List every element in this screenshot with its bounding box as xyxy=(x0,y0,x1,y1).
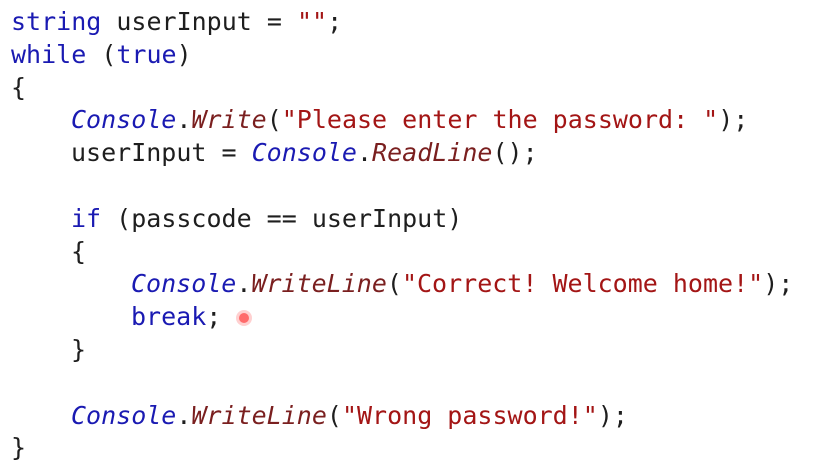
brace-open: { xyxy=(71,236,87,266)
code-line-4: Console.Write("Please enter the password… xyxy=(11,104,813,137)
string-literal: "" xyxy=(296,7,328,36)
if-condition: (passcode == userInput) xyxy=(101,203,463,233)
assignment: userInput = xyxy=(71,138,252,168)
code-editor[interactable]: string userInput = ""; while (true) { Co… xyxy=(0,0,813,474)
keyword-if: if xyxy=(71,203,102,233)
semicolon: ; xyxy=(327,7,343,36)
code-line-10: break; xyxy=(11,301,813,334)
type-console: Console xyxy=(251,138,357,168)
member-dot: . xyxy=(236,269,252,299)
mouse-cursor-icon xyxy=(239,313,250,324)
brace-open: { xyxy=(11,72,27,102)
call-close: (); xyxy=(492,138,538,168)
method-write: Write xyxy=(191,105,267,135)
member-dot: . xyxy=(356,138,373,168)
method-writeline: WriteLine xyxy=(191,400,327,430)
code-line-5: userInput = Console.ReadLine(); xyxy=(11,137,813,170)
code-line-13: Console.WriteLine("Wrong password!"); xyxy=(11,400,813,433)
paren-open: ( xyxy=(326,400,342,430)
code-line-1: string userInput = ""; xyxy=(11,6,813,39)
brace-close: } xyxy=(71,334,87,364)
variable-declaration: userInput = xyxy=(101,7,297,36)
paren-open: ( xyxy=(386,269,402,299)
keyword-string: string xyxy=(11,7,102,36)
code-line-9: Console.WriteLine("Correct! Welcome home… xyxy=(11,268,813,301)
type-console: Console xyxy=(131,269,237,299)
paren-close: ); xyxy=(718,105,749,135)
code-line-11: } xyxy=(11,334,813,367)
paren-open: ( xyxy=(86,39,117,69)
member-dot: . xyxy=(176,105,192,135)
brace-close: } xyxy=(11,433,27,463)
code-line-2: while (true) xyxy=(11,39,813,72)
keyword-break: break xyxy=(131,302,207,332)
string-literal: "Please enter the password: " xyxy=(281,105,719,135)
paren-close: ); xyxy=(763,269,794,299)
type-console: Console xyxy=(71,105,177,135)
string-literal: "Correct! Welcome home!" xyxy=(401,269,764,299)
method-readline: ReadLine xyxy=(372,138,493,168)
keyword-while: while xyxy=(11,39,87,69)
code-line-14: } xyxy=(11,432,813,465)
code-line-8: { xyxy=(11,236,813,269)
string-literal: "Wrong password!" xyxy=(341,400,598,430)
type-console: Console xyxy=(71,400,177,430)
keyword-true: true xyxy=(116,39,177,69)
semicolon: ; xyxy=(206,302,222,332)
paren-close: ) xyxy=(176,39,192,69)
paren-close: ); xyxy=(597,400,628,430)
member-dot: . xyxy=(176,400,192,430)
code-line-7: if (passcode == userInput) xyxy=(11,203,813,236)
code-line-3: { xyxy=(11,72,813,105)
method-writeline: WriteLine xyxy=(251,269,387,299)
paren-open: ( xyxy=(266,105,282,135)
